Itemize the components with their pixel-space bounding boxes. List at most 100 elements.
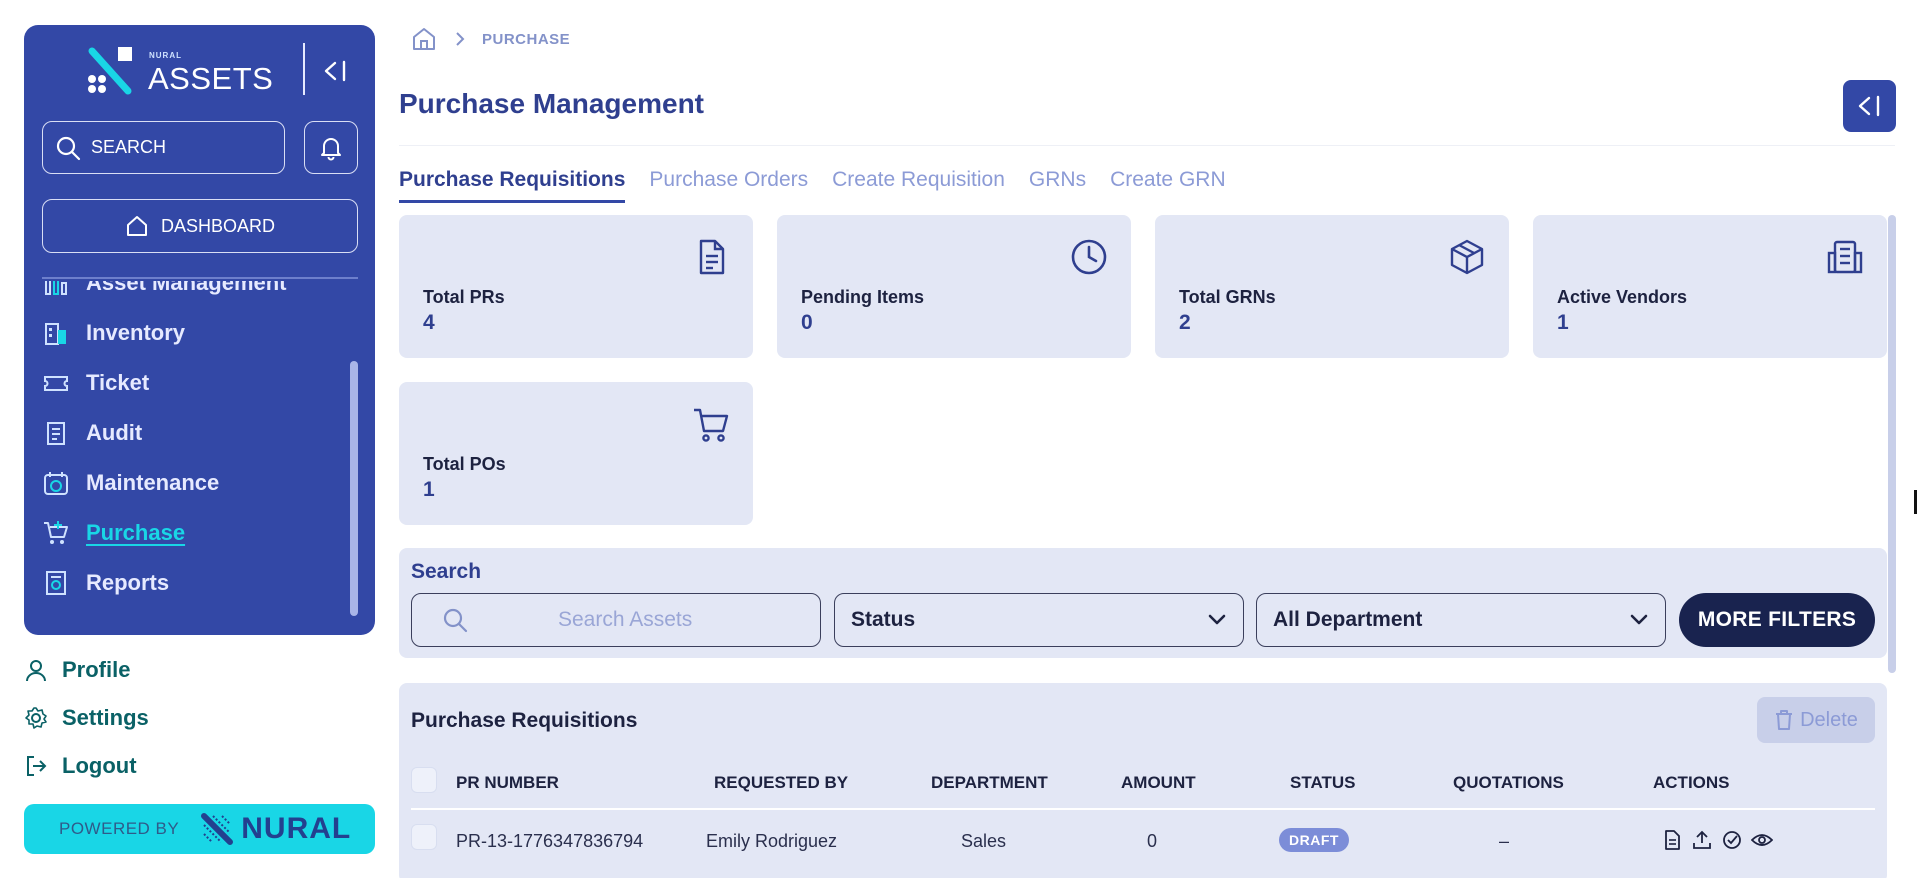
column-header-amount[interactable]: AMOUNT xyxy=(1121,773,1196,793)
view-button[interactable] xyxy=(1751,829,1773,851)
sidebar-item-label: Inventory xyxy=(86,320,186,345)
text-cursor xyxy=(1914,490,1917,514)
tab-purchase-orders[interactable]: Purchase Orders xyxy=(649,168,808,203)
status-select[interactable]: Status xyxy=(834,593,1244,647)
stat-card-total-pos: Total POs 1 xyxy=(399,382,753,525)
stat-label: Total PRs xyxy=(423,287,505,307)
logo: NURAL ASSETS xyxy=(24,25,375,125)
view-document-button[interactable] xyxy=(1661,829,1683,851)
cart-icon xyxy=(694,408,729,442)
tab-purchase-requisitions[interactable]: Purchase Requisitions xyxy=(399,168,626,203)
sidebar-item-label: Reports xyxy=(86,570,170,595)
requisitions-table-panel: Purchase Requisitions Delete PR NUMBER R… xyxy=(399,683,1887,878)
profile-label: Profile xyxy=(62,657,131,682)
sidebar-item-inventory[interactable]: Inventory xyxy=(42,313,185,353)
dashboard-button[interactable]: DASHBOARD xyxy=(42,199,358,253)
column-header-department[interactable]: DEPARTMENT xyxy=(931,773,1048,793)
delete-button[interactable]: Delete xyxy=(1757,697,1875,743)
sidebar-search[interactable]: SEARCH xyxy=(42,121,285,174)
department-select[interactable]: All Department xyxy=(1256,593,1666,647)
brand-text: NURAL xyxy=(241,812,352,845)
collapse-sidebar-button[interactable] xyxy=(316,53,356,89)
box-icon xyxy=(1450,239,1484,275)
breadcrumb-current: PURCHASE xyxy=(482,30,571,48)
nural-logo-icon xyxy=(88,47,132,95)
document-icon xyxy=(699,239,725,275)
cell-quotations: – xyxy=(1499,831,1510,851)
report-icon xyxy=(42,569,70,597)
delete-label: Delete xyxy=(1800,708,1858,731)
sidebar-item-purchase[interactable]: Purchase xyxy=(42,513,185,553)
sidebar-item-reports[interactable]: Reports xyxy=(42,563,169,603)
collapse-icon xyxy=(324,60,346,82)
settings-link[interactable]: Settings xyxy=(24,700,149,736)
table-title: Purchase Requisitions xyxy=(411,709,638,732)
home-icon[interactable] xyxy=(410,25,438,53)
check-circle-icon xyxy=(1723,831,1741,849)
column-header-pr-number[interactable]: PR NUMBER xyxy=(456,773,559,793)
tab-create-grn[interactable]: Create GRN xyxy=(1110,168,1226,203)
building-icon xyxy=(1827,240,1863,274)
sidebar: NURAL ASSETS SEARCH DASHBOARD Asset Mana… xyxy=(24,25,375,635)
sidebar-divider xyxy=(42,277,358,279)
select-all-checkbox[interactable] xyxy=(411,767,437,793)
stat-label: Total POs xyxy=(423,454,506,474)
logout-label: Logout xyxy=(62,753,137,778)
stat-value: 0 xyxy=(801,311,813,334)
column-header-requested-by[interactable]: REQUESTED BY xyxy=(714,773,848,793)
column-header-status[interactable]: STATUS xyxy=(1290,773,1355,793)
logo-divider xyxy=(303,43,305,95)
status-select-value: Status xyxy=(851,608,916,631)
logo-small-text: NURAL xyxy=(149,51,182,60)
row-checkbox[interactable] xyxy=(411,824,437,850)
more-filters-button[interactable]: MORE FILTERS xyxy=(1679,593,1875,647)
sidebar-search-label: SEARCH xyxy=(91,137,167,157)
table-header-divider xyxy=(411,808,1875,810)
stat-label: Total GRNs xyxy=(1179,287,1276,307)
cell-pr-number: PR-13-1776347836794 xyxy=(456,831,644,851)
brand: NURAL xyxy=(201,812,351,846)
sidebar-item-maintenance[interactable]: Maintenance xyxy=(42,463,219,503)
clipboard-icon xyxy=(42,419,70,447)
calendar-clock-icon xyxy=(42,469,70,497)
toggle-panel-button[interactable] xyxy=(1843,80,1896,132)
tab-create-requisition[interactable]: Create Requisition xyxy=(832,168,1005,203)
user-icon xyxy=(26,660,46,682)
stat-value: 1 xyxy=(423,478,435,501)
profile-link[interactable]: Profile xyxy=(24,652,130,688)
chevron-right-icon xyxy=(456,32,465,46)
sidebar-scrollbar[interactable] xyxy=(350,361,358,616)
sidebar-item-audit[interactable]: Audit xyxy=(42,413,142,453)
bell-icon xyxy=(321,137,341,160)
approve-button[interactable] xyxy=(1721,829,1743,851)
status-badge: DRAFT xyxy=(1279,828,1349,852)
stat-label: Pending Items xyxy=(801,287,925,307)
stat-card-pending-items: Pending Items 0 xyxy=(777,215,1131,358)
sidebar-item-label: Maintenance xyxy=(86,470,220,495)
stat-card-total-grns: Total GRNs 2 xyxy=(1155,215,1509,358)
logout-link[interactable]: Logout xyxy=(24,748,137,784)
department-select-value: All Department xyxy=(1273,608,1423,631)
notifications-button[interactable] xyxy=(304,121,358,174)
search-assets-input[interactable]: Search Assets xyxy=(411,593,821,647)
sidebar-item-label: Audit xyxy=(86,420,143,445)
title-divider xyxy=(399,145,1895,146)
sidebar-item-label: Ticket xyxy=(86,370,150,395)
chart-icon xyxy=(42,281,70,297)
upload-icon xyxy=(1693,830,1711,849)
ticket-icon xyxy=(42,369,70,397)
cell-amount: 0 xyxy=(1147,831,1158,851)
dashboard-label: DASHBOARD xyxy=(160,215,276,236)
upload-button[interactable] xyxy=(1691,829,1713,851)
nural-brand-icon xyxy=(201,813,234,845)
sidebar-item-ticket[interactable]: Ticket xyxy=(42,363,149,403)
sidebar-item-asset-management[interactable]: Asset Management xyxy=(42,281,287,303)
more-filters-label: MORE FILTERS xyxy=(1697,608,1857,631)
search-placeholder: Search Assets xyxy=(558,608,693,631)
chevron-down-icon xyxy=(1630,614,1648,625)
tab-grns[interactable]: GRNs xyxy=(1029,168,1086,203)
column-header-quotations[interactable]: QUOTATIONS xyxy=(1453,773,1564,793)
stat-label: Active Vendors xyxy=(1557,287,1688,307)
search-panel-label: Search xyxy=(411,560,482,583)
main-scrollbar[interactable] xyxy=(1888,215,1896,673)
